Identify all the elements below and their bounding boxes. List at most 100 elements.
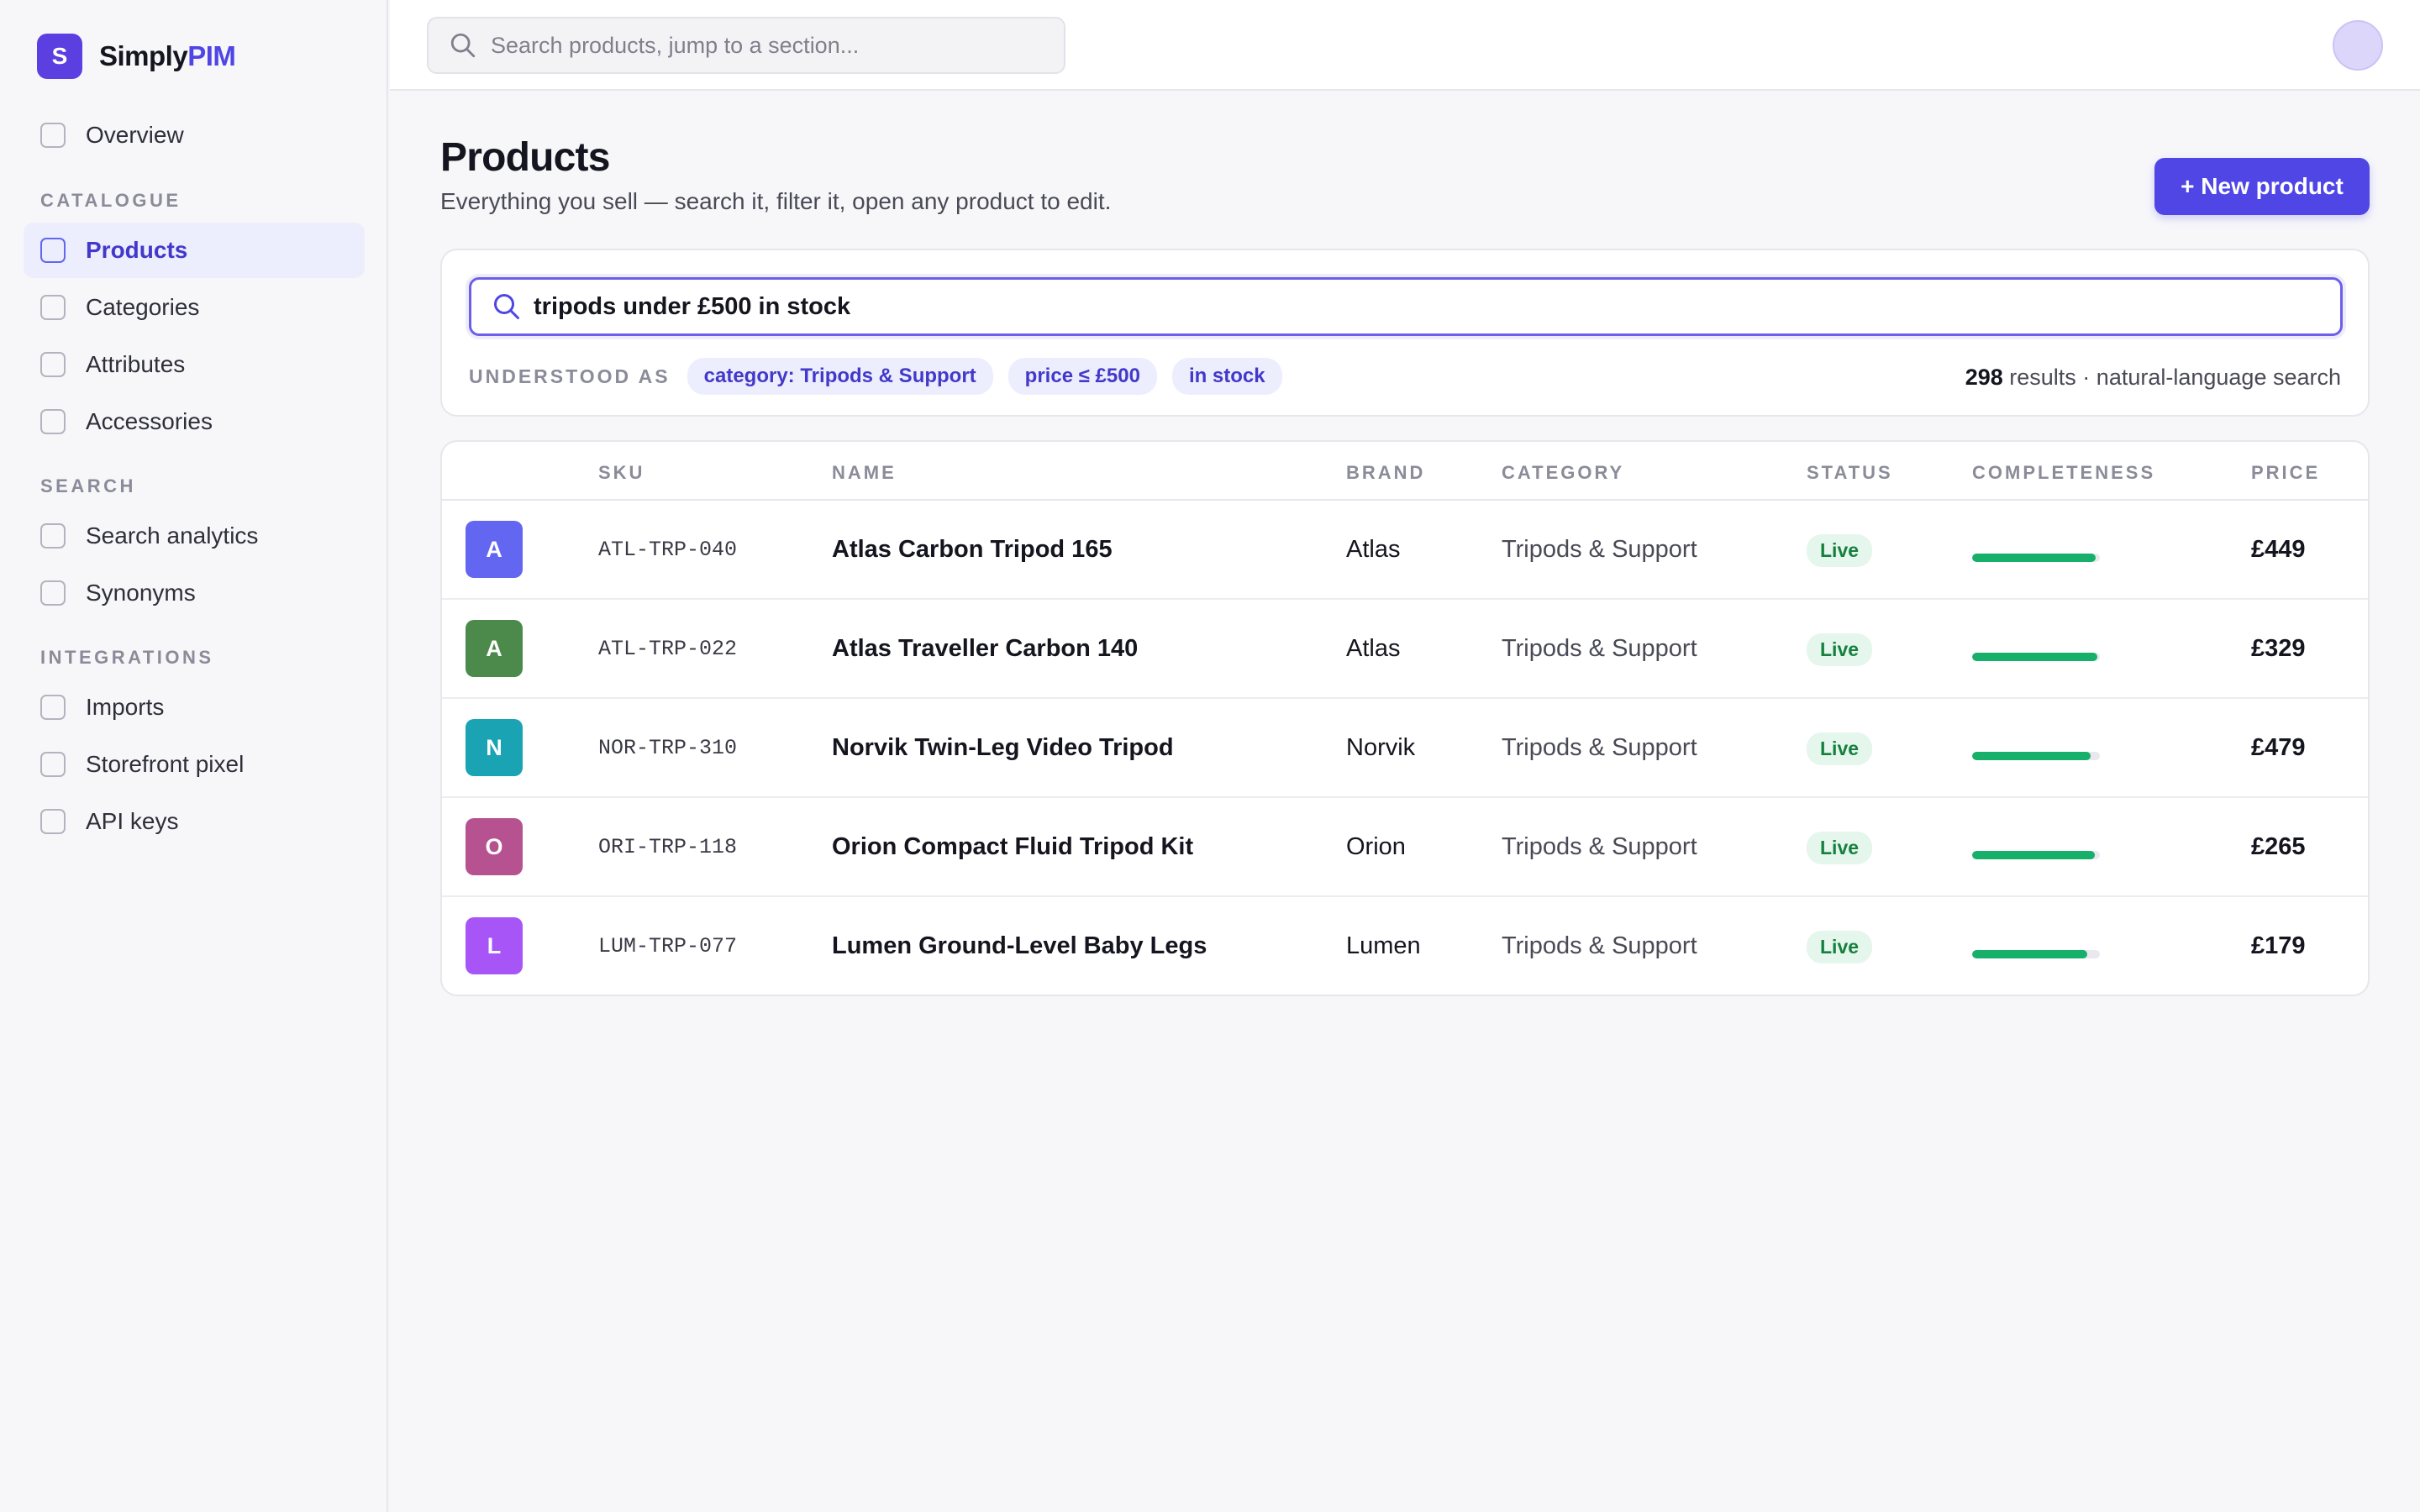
status-badge: Live [1807, 633, 1873, 666]
cell-brand: Atlas [1346, 536, 1401, 563]
brand-name: SimplyPIM [99, 40, 236, 72]
filter-chip-stock[interactable]: in stock [1171, 358, 1282, 395]
completeness-bar-fill [1972, 851, 2095, 859]
column-header-price[interactable]: PRICE [2251, 462, 2320, 484]
cell-price: £449 [2251, 536, 2306, 563]
sidebar-item-api-keys[interactable]: API keys [24, 794, 365, 849]
checkbox-icon [40, 295, 66, 320]
column-header-brand[interactable]: BRAND [1346, 462, 1425, 484]
status-badge: Live [1807, 732, 1873, 765]
cell-name[interactable]: Lumen Ground-Level Baby Legs [832, 932, 1207, 960]
product-thumbnail: A [466, 620, 523, 677]
product-thumbnail: O [466, 818, 523, 875]
checkbox-icon [40, 409, 66, 434]
sidebar-item-label: Attributes [86, 351, 186, 377]
sidebar-item-synonyms[interactable]: Synonyms [24, 565, 365, 621]
sidebar-item-label: Accessories [86, 408, 213, 434]
completeness-bar [1972, 653, 2100, 661]
completeness-bar [1972, 752, 2100, 760]
avatar[interactable] [2333, 20, 2383, 71]
new-product-button[interactable]: + New product [2154, 158, 2370, 215]
nl-search-input[interactable] [534, 292, 2298, 321]
checkbox-icon [40, 580, 66, 606]
column-header-name[interactable]: NAME [832, 462, 897, 484]
sidebar-item-search-analytics[interactable]: Search analytics [24, 508, 365, 564]
filter-chip-price[interactable]: price ≤ £500 [1007, 358, 1157, 395]
filter-chip-category[interactable]: category: Tripods & Support [687, 358, 993, 395]
sidebar-item-label: Imports [86, 694, 165, 720]
table-row[interactable]: O ORI-TRP-118 Orion Compact Fluid Tripod K… [442, 798, 2368, 897]
checkbox-icon [40, 523, 66, 549]
global-search-input[interactable] [491, 32, 1062, 59]
page-subtitle: Everything you sell — search it, filter … [440, 188, 1112, 214]
cell-sku: NOR-TRP-310 [598, 736, 738, 760]
cell-price: £265 [2251, 833, 2306, 860]
table-row[interactable]: N NOR-TRP-310 Norvik Twin-Leg Video Tripod… [442, 699, 2368, 798]
cell-name[interactable]: Atlas Carbon Tripod 165 [832, 536, 1113, 564]
product-thumbnail: L [466, 917, 523, 974]
checkbox-icon [40, 238, 66, 263]
brand[interactable]: S SimplyPIM [37, 34, 236, 79]
products-table: SKU NAME BRAND CATEGORY STATUS COMPLETEN… [440, 440, 2370, 996]
sidebar-item-label: Overview [86, 122, 184, 148]
status-badge: Live [1807, 534, 1873, 567]
cell-name[interactable]: Atlas Traveller Carbon 140 [832, 635, 1138, 663]
sidebar-item-attributes[interactable]: Attributes [24, 337, 365, 392]
cell-price: £179 [2251, 932, 2306, 959]
sidebar-item-label: API keys [86, 808, 179, 834]
sidebar-item-storefront-pixel[interactable]: Storefront pixel [24, 737, 365, 792]
completeness-bar [1972, 554, 2100, 562]
product-thumbnail: N [466, 719, 523, 776]
cell-name[interactable]: Norvik Twin-Leg Video Tripod [832, 734, 1174, 762]
checkbox-icon [40, 809, 66, 834]
sidebar-item-label: Categories [86, 294, 200, 320]
sidebar-item-products[interactable]: Products [24, 223, 365, 278]
sidebar-item-categories[interactable]: Categories [24, 280, 365, 335]
completeness-bar [1972, 851, 2100, 859]
column-header-category[interactable]: CATEGORY [1502, 462, 1624, 484]
sidebar-section-search: SEARCH [40, 475, 136, 496]
global-search[interactable] [427, 17, 1065, 74]
brand-logo: S [37, 34, 82, 79]
cell-brand: Orion [1346, 833, 1406, 860]
result-count: 298 [1965, 365, 2003, 390]
cell-category: Tripods & Support [1502, 734, 1697, 761]
column-header-completeness[interactable]: COMPLETENESS [1972, 462, 2155, 484]
checkbox-icon [40, 752, 66, 777]
sidebar-item-label: Storefront pixel [86, 751, 245, 777]
result-suffix: results · natural-language search [2002, 365, 2341, 390]
brand-name-main: Simply [99, 40, 188, 71]
completeness-bar-fill [1972, 752, 2091, 760]
nl-search-card: UNDERSTOOD AS category: Tripods & Suppor… [440, 249, 2370, 417]
cell-brand: Atlas [1346, 635, 1401, 662]
sidebar: S SimplyPIM Overview CATALOGUE Products … [0, 0, 388, 1512]
sidebar-section-integrations: INTEGRATIONS [40, 647, 214, 668]
column-header-sku[interactable]: SKU [598, 462, 644, 484]
table-row[interactable]: L LUM-TRP-077 Lumen Ground-Level Baby Legs… [442, 897, 2368, 995]
cell-price: £479 [2251, 734, 2306, 761]
checkbox-icon [40, 695, 66, 720]
table-row[interactable]: A ATL-TRP-040 Atlas Carbon Tripod 165 Atlas… [442, 501, 2368, 600]
status-badge: Live [1807, 931, 1873, 963]
understood-as-row: UNDERSTOOD AS category: Tripods & Suppor… [469, 358, 1282, 395]
brand-name-accent: PIM [187, 40, 236, 71]
table-row[interactable]: A ATL-TRP-022 Atlas Traveller Carbon 140 At… [442, 600, 2368, 699]
cell-sku: ORI-TRP-118 [598, 835, 738, 859]
cell-category: Tripods & Support [1502, 635, 1697, 662]
completeness-bar-fill [1972, 950, 2087, 958]
nl-search-box[interactable] [469, 277, 2343, 336]
sidebar-section-catalogue: CATALOGUE [40, 190, 182, 211]
sidebar-item-imports[interactable]: Imports [24, 680, 365, 735]
table-header: SKU NAME BRAND CATEGORY STATUS COMPLETEN… [442, 442, 2368, 501]
product-thumbnail: A [466, 521, 523, 578]
column-header-status[interactable]: STATUS [1807, 462, 1893, 484]
search-icon [450, 33, 476, 58]
sidebar-item-overview[interactable]: Overview [24, 108, 365, 163]
cell-name[interactable]: Orion Compact Fluid Tripod Kit [832, 833, 1193, 861]
cell-category: Tripods & Support [1502, 536, 1697, 563]
sidebar-item-accessories[interactable]: Accessories [24, 394, 365, 449]
status-badge: Live [1807, 832, 1873, 864]
cell-price: £329 [2251, 635, 2306, 662]
cell-sku: ATL-TRP-022 [598, 637, 738, 661]
cell-sku: LUM-TRP-077 [598, 934, 738, 958]
